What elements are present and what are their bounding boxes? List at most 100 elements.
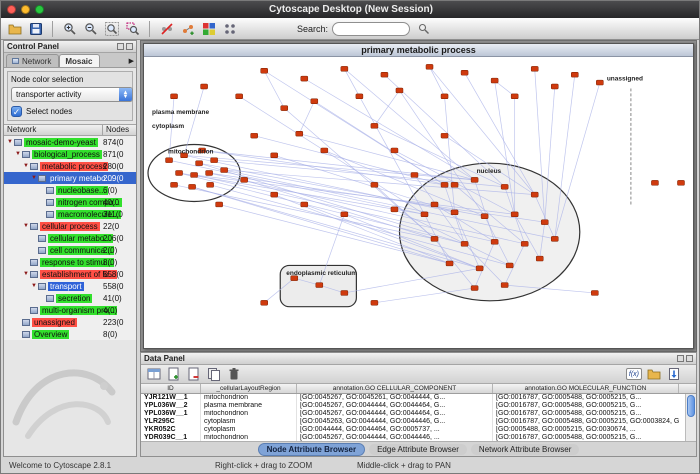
network-node[interactable] xyxy=(426,64,433,69)
network-edge[interactable] xyxy=(264,71,284,108)
network-node[interactable] xyxy=(511,212,518,217)
network-node[interactable] xyxy=(201,84,208,89)
network-node[interactable] xyxy=(506,263,513,268)
network-node[interactable] xyxy=(441,94,448,99)
search-options-button[interactable] xyxy=(414,19,433,38)
network-node[interactable] xyxy=(171,182,178,187)
select-attributes-button[interactable] xyxy=(145,366,162,382)
table-row[interactable]: YKR052Ccytoplasm[GO:0044444, GO:0044464,… xyxy=(141,426,696,434)
tree-item-cell-communica[interactable]: cell communica...2(0) xyxy=(4,244,136,256)
table-scrollbar[interactable] xyxy=(685,394,696,441)
table-row[interactable]: YLR295Ccytoplasm[GO:0045263, GO:0044444,… xyxy=(141,418,696,426)
hide-selected-button[interactable] xyxy=(157,19,176,38)
network-node[interactable] xyxy=(356,94,363,99)
network-node[interactable] xyxy=(191,173,198,178)
close-button[interactable] xyxy=(7,5,16,14)
tree-item-biological-process[interactable]: ▼biological_process871(0 xyxy=(4,148,136,160)
network-node[interactable] xyxy=(396,88,403,93)
network-node[interactable] xyxy=(591,290,598,295)
network-node[interactable] xyxy=(421,212,428,217)
network-node[interactable] xyxy=(316,283,323,288)
network-node[interactable] xyxy=(511,94,518,99)
tab-network[interactable]: Network xyxy=(6,54,59,67)
formula-builder-button[interactable]: f(x) xyxy=(626,368,642,380)
network-node[interactable] xyxy=(531,192,538,197)
tab-node-attribute-browser[interactable]: Node Attribute Browser xyxy=(258,443,366,456)
network-node[interactable] xyxy=(677,180,684,185)
delete-attribute-button[interactable] xyxy=(185,366,202,382)
network-node[interactable] xyxy=(196,161,203,166)
open-session-button[interactable] xyxy=(5,19,24,38)
network-node[interactable] xyxy=(301,202,308,207)
column-header[interactable]: annotation.GO CELLULAR_COMPONENT xyxy=(297,384,493,393)
tree-expand-arrow[interactable]: ▼ xyxy=(22,163,30,169)
scrollbar-thumb[interactable] xyxy=(687,395,695,417)
tab-edge-attribute-browser[interactable]: Edge Attribute Browser xyxy=(369,444,467,455)
network-node[interactable] xyxy=(241,177,248,182)
tree-item-cellular-metabo[interactable]: cellular metabo...206(0 xyxy=(4,232,136,244)
column-header[interactable]: _cellularLayoutRegion xyxy=(201,384,297,393)
tree-header-nodes[interactable]: Nodes xyxy=(103,125,136,135)
search-input[interactable] xyxy=(332,22,410,36)
new-network-from-selection-button[interactable] xyxy=(178,19,197,38)
zoom-window-button[interactable] xyxy=(35,5,44,14)
network-node[interactable] xyxy=(451,210,458,215)
close-panel-button[interactable] xyxy=(686,355,693,362)
tree-header-network[interactable]: Network xyxy=(4,125,103,135)
network-node[interactable] xyxy=(381,72,388,77)
network-edge[interactable] xyxy=(299,101,314,133)
float-panel-button[interactable] xyxy=(117,43,124,50)
network-node[interactable] xyxy=(501,283,508,288)
network-node[interactable] xyxy=(431,236,438,241)
tree-item-primary-metabo[interactable]: ▼primary metabo...209(0 xyxy=(4,172,136,184)
network-node[interactable] xyxy=(236,94,243,99)
network-node[interactable] xyxy=(341,290,348,295)
network-node[interactable] xyxy=(211,158,218,163)
network-node[interactable] xyxy=(431,202,438,207)
tree-item-nitrogen-compo[interactable]: nitrogen compo...40(0 xyxy=(4,196,136,208)
column-header[interactable]: annotation.GO MOLECULAR_FUNCTION xyxy=(493,384,679,393)
new-attribute-button[interactable] xyxy=(165,366,182,382)
network-node[interactable] xyxy=(371,123,378,128)
network-node[interactable] xyxy=(301,76,308,81)
tree-expand-arrow[interactable]: ▼ xyxy=(30,283,38,289)
table-row[interactable]: YDR039C__1mitochondrion[GO:0045267, GO:0… xyxy=(141,434,696,441)
network-window-title[interactable]: primary metabolic process xyxy=(144,44,693,57)
network-node[interactable] xyxy=(261,300,268,305)
tree-expand-arrow[interactable]: ▼ xyxy=(22,223,30,229)
network-node[interactable] xyxy=(651,180,658,185)
network-node[interactable] xyxy=(551,84,558,89)
network-node[interactable] xyxy=(221,168,228,173)
network-node[interactable] xyxy=(207,182,214,187)
tree-expand-arrow[interactable]: ▼ xyxy=(6,139,14,145)
network-node[interactable] xyxy=(251,133,258,138)
tab-network-attribute-browser[interactable]: Network Attribute Browser xyxy=(471,444,579,455)
tree-item-unassigned[interactable]: unassigned223(0 xyxy=(4,316,136,328)
network-node[interactable] xyxy=(411,173,418,178)
network-node[interactable] xyxy=(171,94,178,99)
tree-expand-arrow[interactable]: ▼ xyxy=(30,175,38,181)
network-node[interactable] xyxy=(321,148,328,153)
network-node[interactable] xyxy=(541,220,548,225)
tree-item-establishment-of-lo[interactable]: ▼establishment of lo...558(0 xyxy=(4,268,136,280)
network-node[interactable] xyxy=(491,78,498,83)
tree-item-cellular-process[interactable]: ▼cellular process22(0 xyxy=(4,220,136,232)
network-node[interactable] xyxy=(391,207,398,212)
network-node[interactable] xyxy=(166,158,173,163)
network-node[interactable] xyxy=(206,171,213,176)
tree-expand-arrow[interactable]: ▼ xyxy=(14,151,22,157)
network-node[interactable] xyxy=(476,266,483,271)
vizmapper-button[interactable] xyxy=(199,19,218,38)
save-session-button[interactable] xyxy=(26,19,45,38)
network-node[interactable] xyxy=(296,131,303,136)
tab-mosaic[interactable]: Mosaic xyxy=(59,54,100,67)
network-node[interactable] xyxy=(216,202,223,207)
network-node[interactable] xyxy=(176,171,183,176)
node-color-dropdown[interactable]: transporter activity ▲▼ xyxy=(11,87,133,102)
network-node[interactable] xyxy=(446,261,453,266)
table-row[interactable]: YPL036W__1mitochondrion[GO:0045267, GO:0… xyxy=(141,410,696,418)
network-node[interactable] xyxy=(521,241,528,246)
network-node[interactable] xyxy=(471,286,478,291)
tree-item-overview[interactable]: Overview8(0) xyxy=(4,328,136,340)
delete-table-button[interactable] xyxy=(225,366,242,382)
